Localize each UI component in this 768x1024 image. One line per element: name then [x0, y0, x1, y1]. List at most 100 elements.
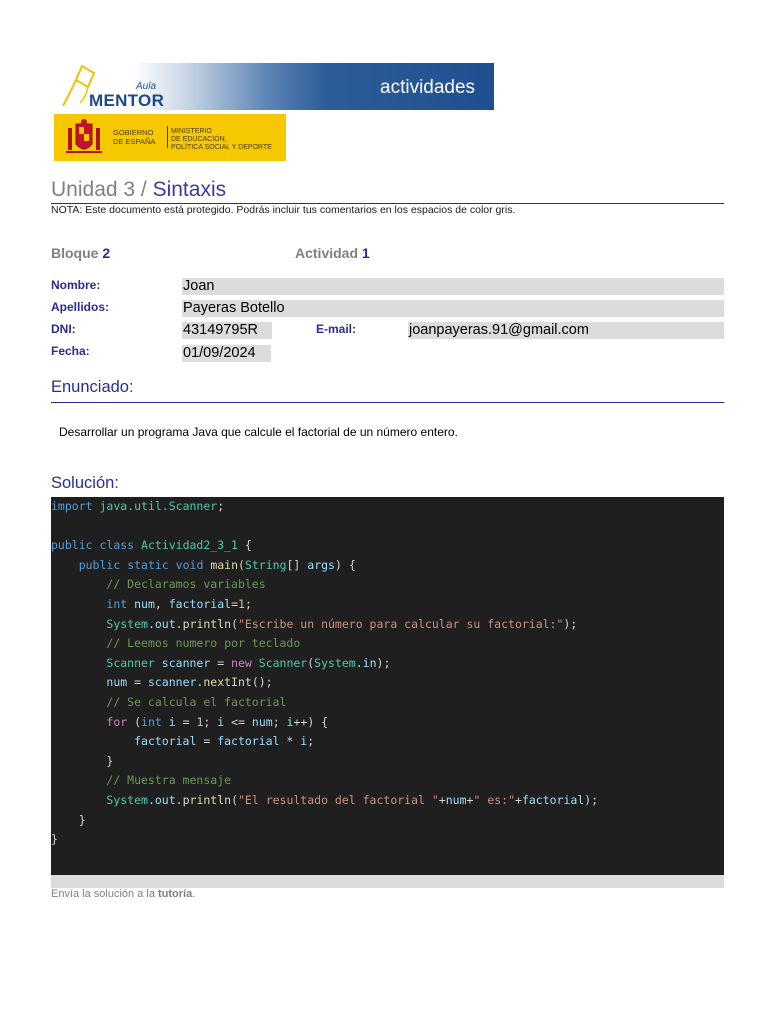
code-token-type: Scanner: [258, 655, 308, 670]
code-token-var: num: [251, 714, 273, 729]
code-token-str: " es:": [473, 792, 515, 807]
code-token-var: out: [154, 792, 176, 807]
code-token-type: System: [106, 616, 148, 631]
code-line: int num, factorial=1;: [51, 595, 598, 615]
code-token-var: scanner: [147, 675, 197, 690]
bloque-label: Bloque: [51, 245, 99, 261]
actividad-heading: Actividad 1: [295, 245, 370, 261]
code-token-plain: .: [175, 792, 183, 807]
code-token-var: num: [445, 792, 467, 807]
fecha-field[interactable]: 01/09/2024: [182, 345, 271, 362]
dni-label: DNI:: [51, 322, 76, 336]
code-token-plain: .: [147, 792, 155, 807]
code-token-plain: (: [127, 714, 142, 729]
enunciado-divider: [51, 402, 724, 403]
code-token-fn: main: [210, 557, 239, 572]
code-token-plain: =: [231, 596, 238, 611]
ministry-line-1: Ministerio: [171, 128, 212, 135]
code-line: // Muestra mensaje: [51, 771, 598, 791]
dni-field[interactable]: 43149795R: [182, 322, 272, 339]
code-token-plain: }: [51, 812, 86, 827]
code-token-plain: ;: [244, 596, 252, 611]
code-token-var: out: [154, 616, 176, 631]
code-token-kw: public: [51, 538, 93, 553]
code-token-kw: import: [51, 499, 93, 513]
code-token-type: System: [314, 655, 356, 670]
ministry-line-2: de Educación,: [171, 136, 227, 143]
solution-input-area[interactable]: [51, 875, 724, 888]
code-token-plain: );: [563, 616, 578, 631]
code-line: num = scanner.nextInt();: [51, 673, 598, 693]
bloque-number: 2: [102, 245, 111, 261]
code-token-kw: class: [99, 538, 135, 553]
section-title: actividades: [380, 77, 476, 98]
code-token-var: num: [106, 675, 128, 690]
code-token-plain: (: [238, 557, 245, 572]
coat-of-arms-icon: [66, 119, 102, 153]
code-token-var: factorial: [134, 734, 197, 749]
enunciado-text: Desarrollar un programa Java que calcule…: [59, 425, 458, 439]
footer-note: Envía la solución a la tutoría.: [51, 888, 195, 900]
code-line: // Se calcula el factorial: [51, 693, 598, 713]
code-token-type: java.util.Scanner: [99, 499, 218, 513]
code-token-str: "Escribe un número para calcular su fact…: [238, 616, 564, 631]
code-token-plain: ;: [203, 714, 218, 729]
code-lines: import java.util.Scanner; public class A…: [51, 497, 598, 850]
code-token-kw: public: [78, 557, 121, 572]
code-token-plain: ;: [217, 499, 225, 513]
code-token-ctl: new: [231, 655, 252, 670]
code-token-kw: int: [106, 596, 128, 611]
email-field[interactable]: joanpayeras.91@gmail.com: [408, 322, 724, 339]
code-token-plain: );: [584, 792, 599, 807]
code-token-plain: +: [515, 792, 522, 807]
code-token-type: System: [106, 792, 148, 807]
solucion-heading: Solución:: [51, 474, 119, 492]
logo-divider: [167, 126, 168, 148]
code-token-num: 1: [238, 596, 245, 611]
unit-label: Unidad 3 /: [51, 178, 153, 201]
footer-text: Envía la solución a la: [51, 888, 159, 900]
apellidos-label: Apellidos:: [51, 300, 110, 314]
code-token-fn: println: [182, 616, 232, 631]
code-token-var: factorial: [168, 596, 232, 611]
code-token-plain: .: [355, 655, 363, 670]
code-token-plain: ;: [307, 734, 315, 749]
code-token-var: num: [134, 596, 155, 611]
ministry-line-3: Política Social y Deporte: [171, 144, 272, 151]
tutoria-link[interactable]: tutoría: [158, 888, 192, 900]
code-line: factorial = factorial * i;: [51, 732, 598, 752]
code-token-ctl: for: [106, 714, 128, 729]
code-line: Scanner scanner = new Scanner(System.in)…: [51, 654, 598, 674]
gobierno-line-2: de España: [113, 136, 156, 146]
protection-note: NOTA: Este documento está protegido. Pod…: [51, 204, 516, 216]
code-token-plain: }: [51, 753, 114, 768]
nombre-field[interactable]: Joan: [182, 278, 724, 295]
code-line: // Leemos numero por teclado: [51, 634, 598, 654]
code-token-var: factorial: [521, 792, 585, 807]
code-token-str: "El resultado del factorial ": [238, 792, 439, 807]
code-token-plain: []: [286, 557, 308, 572]
code-token-kw: int: [141, 714, 162, 729]
code-token-kw: void: [175, 557, 204, 572]
code-token-plain: }: [51, 832, 58, 847]
code-token-com: // Muestra mensaje: [106, 773, 232, 788]
code-line: }: [51, 830, 598, 850]
code-block[interactable]: import java.util.Scanner; public class A…: [51, 497, 724, 875]
email-label: E-mail:: [316, 322, 357, 336]
code-token-plain: +: [438, 792, 446, 807]
gobierno-text: Gobierno de España: [113, 128, 156, 146]
apellidos-field[interactable]: Payeras Botello: [182, 300, 724, 317]
